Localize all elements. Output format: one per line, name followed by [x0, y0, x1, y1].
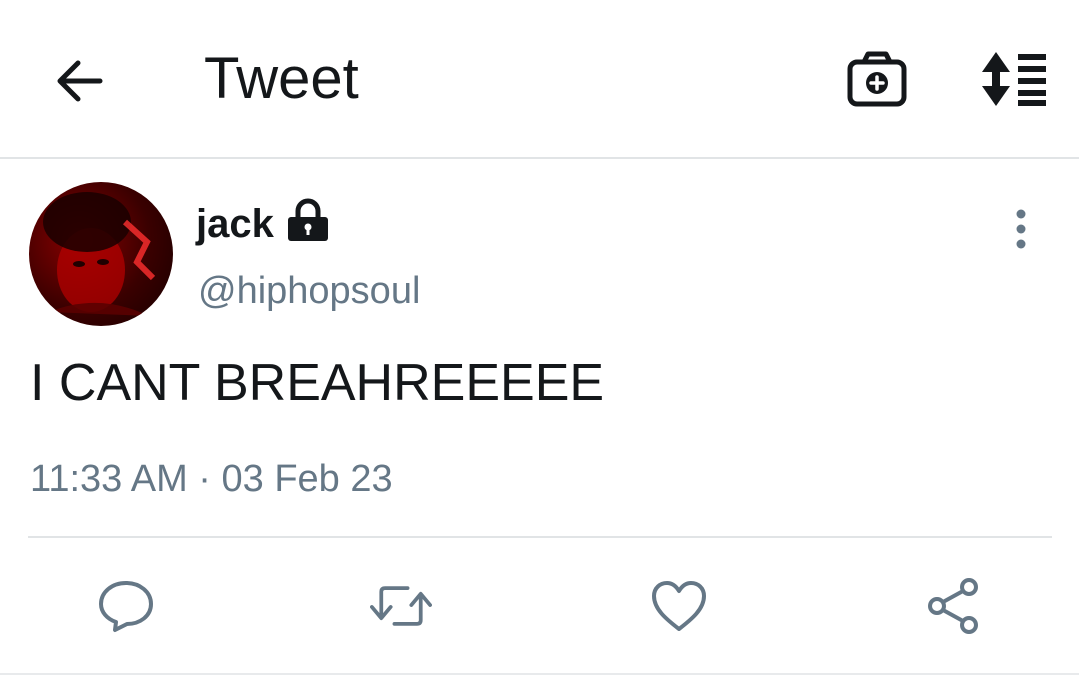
reply-icon [99, 581, 153, 632]
reply-button[interactable] [95, 576, 157, 636]
avatar-image [43, 192, 156, 316]
tweet-date: 03 Feb 23 [221, 458, 393, 500]
meta-separator: · [198, 458, 211, 500]
sort-button[interactable] [976, 50, 1050, 108]
user-handle[interactable]: @hiphopsoul [198, 268, 420, 314]
top-app-bar: Tweet [0, 0, 1079, 159]
lock-icon [288, 198, 328, 241]
retweet-icon [370, 586, 432, 626]
tweet-time: 11:33 AM [30, 458, 188, 500]
more-vertical-icon [1016, 209, 1026, 249]
camera-add-icon [847, 51, 907, 107]
share-icon [928, 578, 978, 634]
bottom-divider [0, 673, 1079, 686]
share-button[interactable] [924, 576, 986, 636]
more-options-button[interactable] [1004, 208, 1038, 250]
display-name[interactable]: jack [196, 200, 274, 248]
back-button[interactable] [48, 50, 110, 112]
divider [28, 536, 1052, 538]
sort-list-icon [982, 52, 1046, 106]
retweet-button[interactable] [370, 576, 432, 636]
like-button[interactable] [648, 576, 710, 636]
page-title: Tweet [204, 46, 359, 111]
protected-account [286, 198, 330, 242]
avatar[interactable] [29, 182, 173, 326]
arrow-left-icon [57, 60, 103, 102]
like-icon [652, 581, 706, 631]
tweet-text: I CANT BREAHREEEEE [30, 354, 605, 412]
camera-button[interactable] [846, 50, 908, 108]
tweet-timestamp: 11:33 AM · 03 Feb 23 [30, 456, 393, 502]
